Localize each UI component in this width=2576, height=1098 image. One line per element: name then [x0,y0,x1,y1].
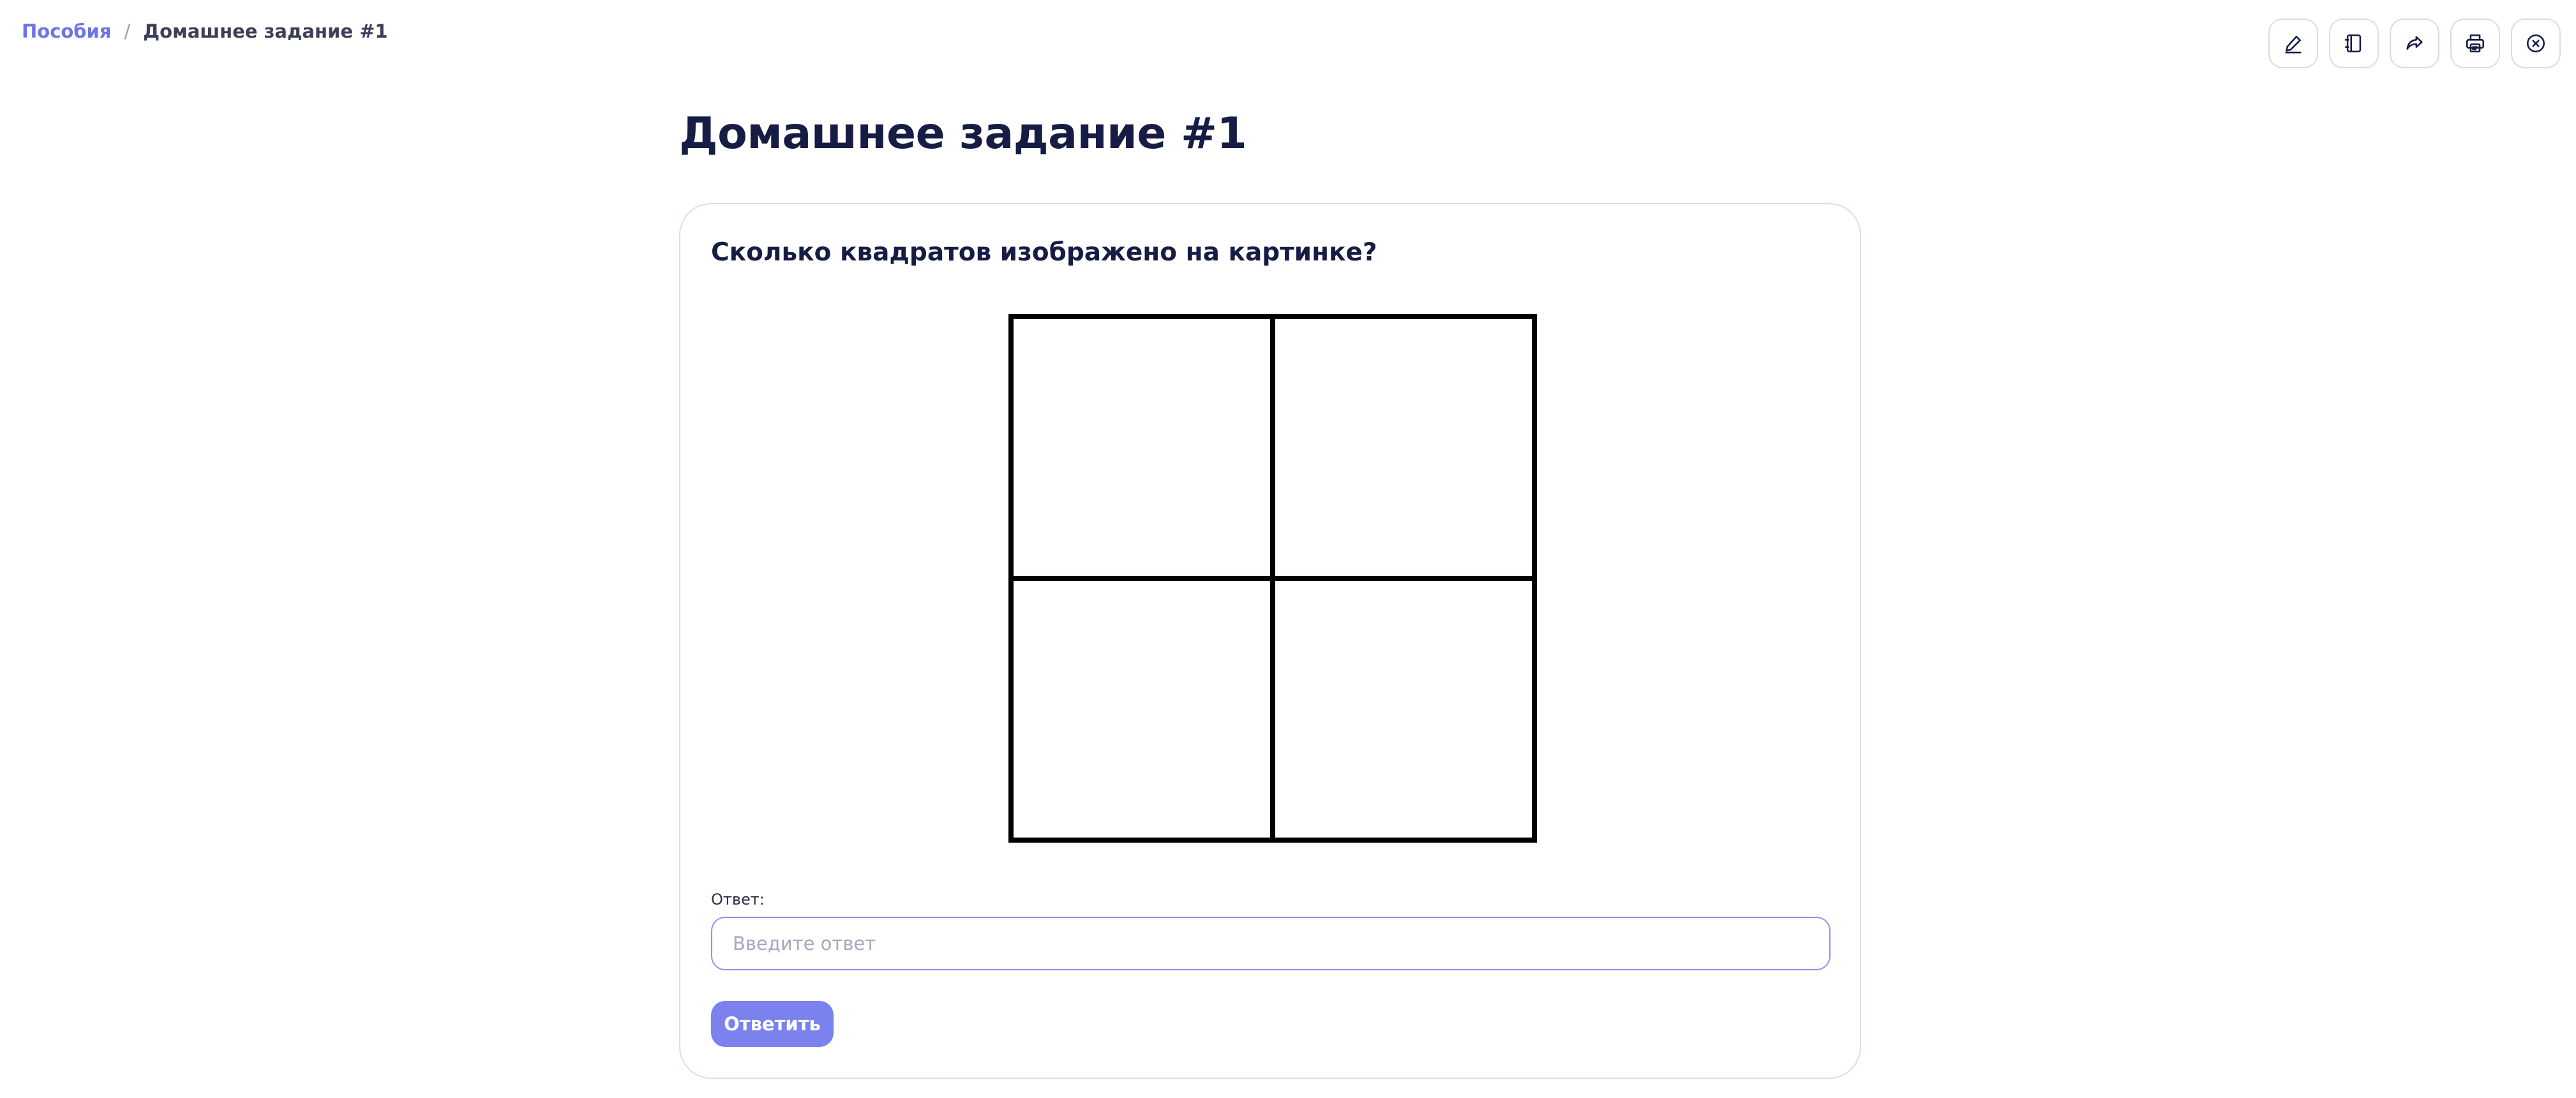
close-button[interactable] [2511,19,2561,68]
edit-button[interactable] [2268,19,2318,68]
submit-answer-button[interactable]: Ответить [711,1001,834,1047]
close-circle-icon [2525,33,2547,54]
task-card: Сколько квадратов изображено на картинке… [679,203,1861,1079]
share-button[interactable] [2390,19,2439,68]
toolbar [2268,19,2561,68]
breadcrumb-current: Домашнее задание #1 [143,20,388,42]
answer-input[interactable] [711,917,1831,970]
task-question: Сколько квадратов изображено на картинке… [711,238,1377,267]
squares-grid-image [1008,314,1537,843]
pencil-icon [2282,33,2304,54]
notebook-icon [2343,33,2365,54]
breadcrumb-link-manuals[interactable]: Пособия [22,17,112,46]
notebook-button[interactable] [2329,19,2379,68]
task-figure [1008,314,1537,843]
breadcrumb-separator: / [124,20,131,42]
answer-label: Ответ: [711,891,765,908]
breadcrumb: Пособия / Домашнее задание #1 [22,17,388,46]
printer-icon [2464,33,2486,54]
print-button[interactable] [2450,19,2500,68]
page-title: Домашнее задание #1 [679,109,1247,159]
share-arrow-icon [2404,33,2425,54]
